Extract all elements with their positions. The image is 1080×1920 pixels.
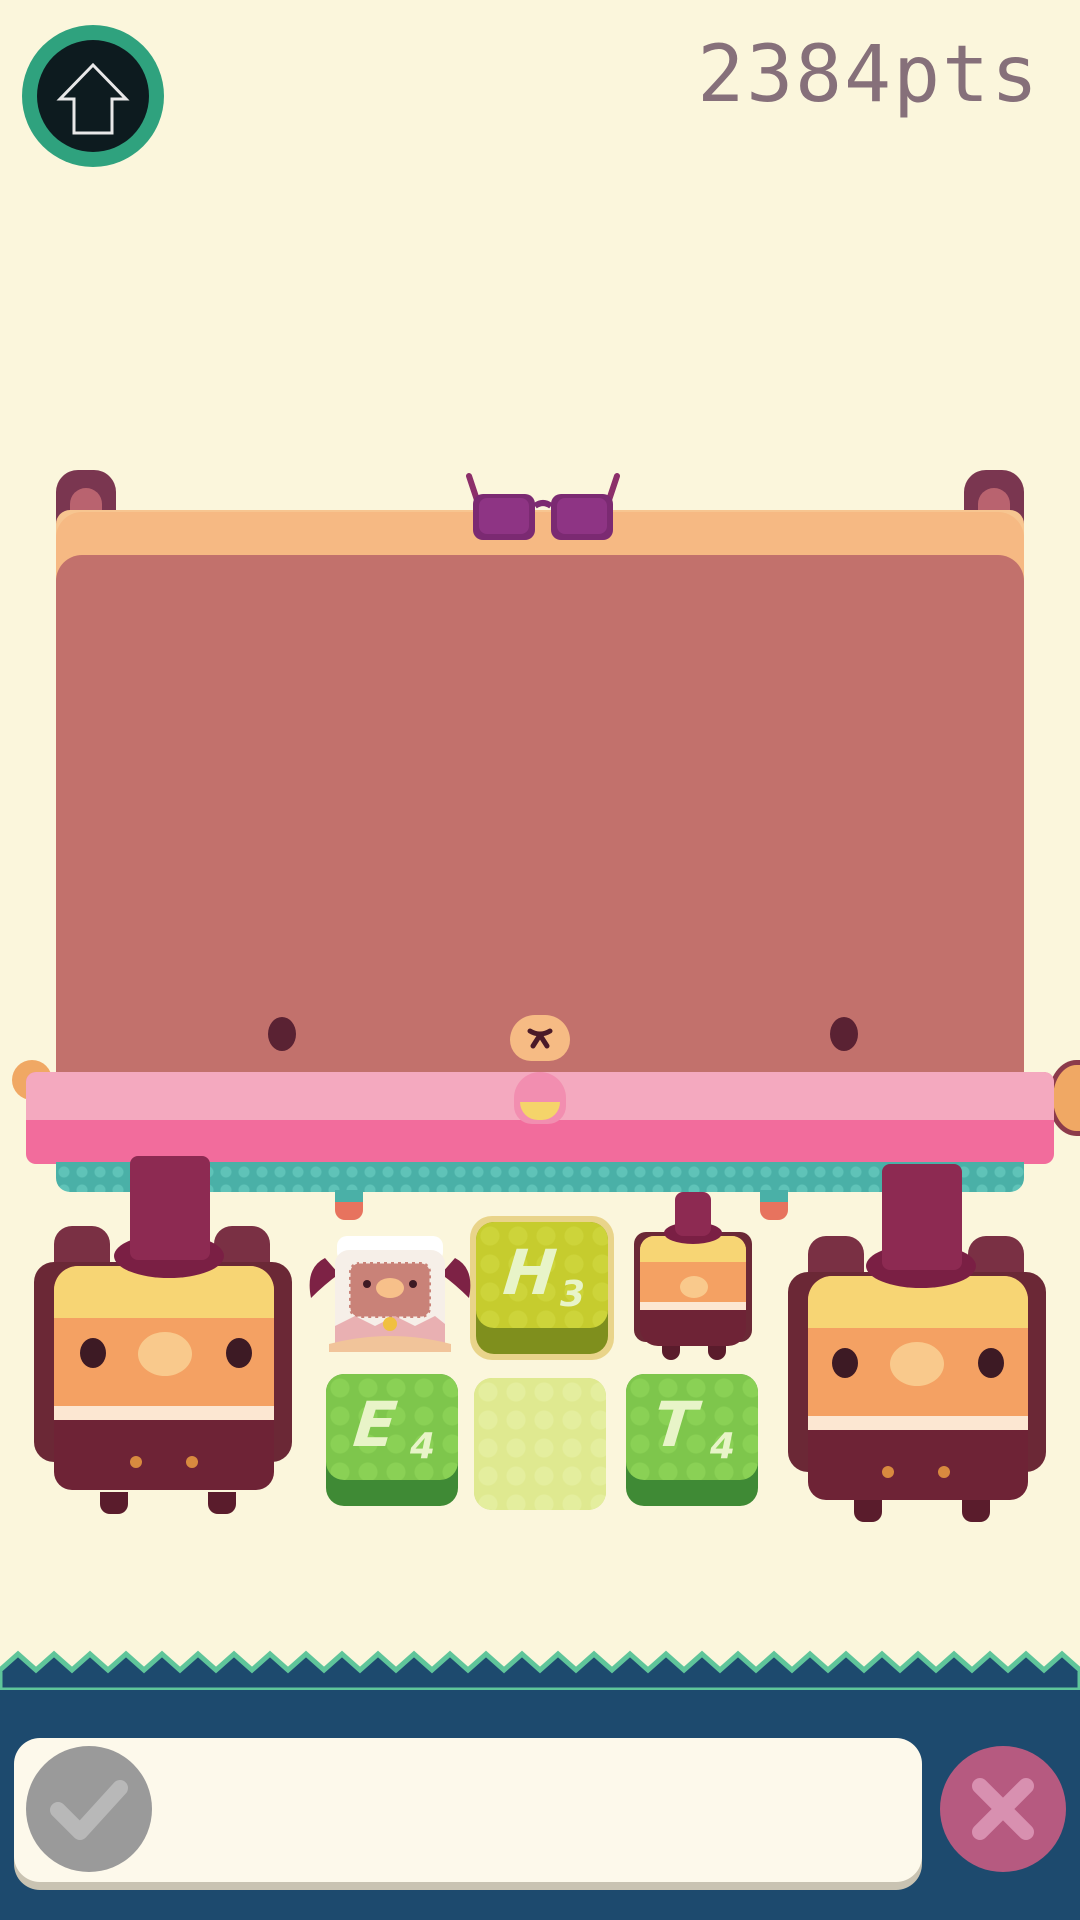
close-x-icon — [972, 1778, 1034, 1840]
score-display: 2384pts — [697, 30, 1040, 120]
tile-value: 4 — [410, 1426, 436, 1467]
bear-character-right — [770, 1160, 1060, 1530]
creature-leg — [335, 1190, 363, 1220]
letter-tile-e[interactable]: E 4 — [326, 1374, 458, 1506]
letter-tile-h[interactable]: H 3 — [470, 1216, 614, 1360]
small-bear-character — [628, 1192, 758, 1370]
tile-letter: H — [500, 1236, 560, 1309]
home-up-arrow-icon — [56, 62, 130, 135]
tile-value: 4 — [710, 1426, 736, 1467]
creature-bird — [514, 1072, 566, 1124]
sunglasses-icon — [466, 473, 620, 540]
tile-value: 3 — [560, 1274, 586, 1315]
home-button[interactable] — [22, 25, 164, 167]
submit-word-button[interactable] — [26, 1746, 152, 1872]
clear-word-button[interactable] — [940, 1746, 1066, 1872]
creature-nose — [510, 1015, 570, 1061]
boss-creature — [12, 470, 1080, 1230]
zigzag-border — [0, 1650, 1080, 1690]
bear-character-left — [18, 1156, 308, 1526]
sheep-character — [309, 1236, 471, 1352]
tile-letter: E — [350, 1388, 401, 1461]
creature-eye-right — [830, 1017, 858, 1051]
tile-letter: T — [650, 1388, 701, 1461]
empty-tile-slot[interactable] — [474, 1378, 606, 1510]
checkmark-icon — [50, 1780, 128, 1840]
letter-tile-t[interactable]: T 4 — [626, 1374, 758, 1506]
creature-eye-left — [268, 1017, 296, 1051]
